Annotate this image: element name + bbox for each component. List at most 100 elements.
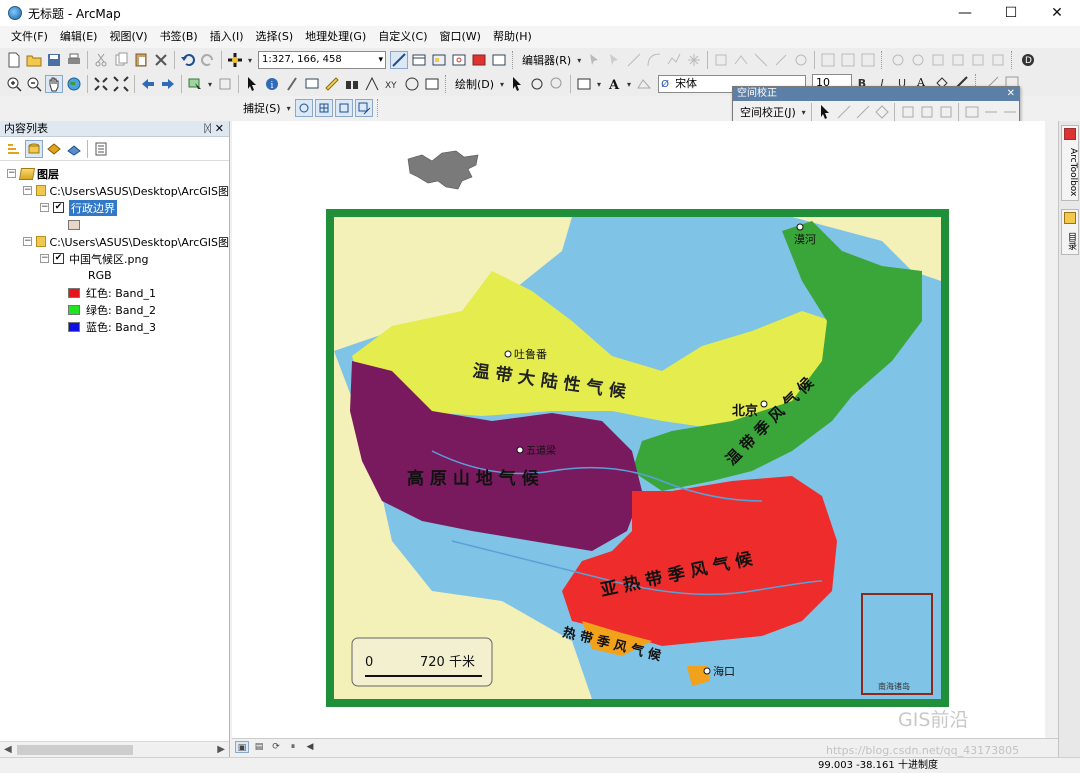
catalog-window-icon[interactable] bbox=[430, 51, 448, 69]
editor-menu[interactable]: 编辑器(R) bbox=[519, 52, 574, 68]
data-view-button-icon[interactable]: ▣ bbox=[235, 740, 249, 753]
tree-layer-symbol[interactable] bbox=[0, 216, 229, 233]
green-band-swatch[interactable] bbox=[68, 304, 80, 315]
zoom-out-icon[interactable] bbox=[25, 75, 43, 93]
select-features-icon[interactable] bbox=[186, 75, 204, 93]
error-inspector-icon[interactable] bbox=[989, 51, 1007, 69]
cut-icon[interactable] bbox=[92, 51, 110, 69]
toolbar-grip[interactable] bbox=[512, 51, 516, 69]
python-window-icon[interactable] bbox=[490, 51, 508, 69]
toolbar-grip[interactable] bbox=[376, 99, 381, 117]
menu-geoprocessing[interactable]: 地理处理(G) bbox=[300, 26, 371, 48]
map-scale-field[interactable]: 1:327, 166, 458 ▾ bbox=[258, 51, 386, 69]
polygon-symbol-swatch[interactable] bbox=[68, 219, 80, 230]
pin-icon[interactable]: ᛞ bbox=[204, 121, 211, 137]
map-vertical-scrollbar[interactable] bbox=[1045, 121, 1058, 738]
chevron-down-icon[interactable]: ▾ bbox=[575, 51, 583, 69]
hyperlink-icon[interactable] bbox=[283, 75, 301, 93]
catalog-dock-tab[interactable]: 目录 bbox=[1061, 209, 1079, 255]
fixed-zoom-out-icon[interactable] bbox=[112, 75, 130, 93]
layer-name[interactable]: 行政边界 bbox=[69, 199, 117, 216]
delete-icon[interactable] bbox=[152, 51, 170, 69]
band-red-row[interactable]: 红色: Band_1 bbox=[0, 284, 229, 301]
list-by-visibility-icon[interactable] bbox=[45, 140, 63, 158]
add-data-icon[interactable] bbox=[226, 51, 244, 69]
menu-help[interactable]: 帮助(H) bbox=[488, 26, 537, 48]
tree-layer-raster[interactable]: − ✔ 中国气候区.png bbox=[0, 250, 229, 267]
multiple-link-icon[interactable] bbox=[873, 103, 890, 121]
new-document-icon[interactable] bbox=[5, 51, 23, 69]
go-to-xy-icon[interactable]: XY bbox=[383, 75, 401, 93]
chevron-down-icon[interactable]: ▾ bbox=[285, 99, 293, 117]
identify-icon[interactable]: i bbox=[263, 75, 281, 93]
pause-drawing-icon[interactable]: ⏸ bbox=[286, 741, 300, 753]
zoom-in-icon[interactable] bbox=[5, 75, 23, 93]
georeferencing-title[interactable]: 空间校正 ✕ bbox=[733, 87, 1019, 101]
copy-icon[interactable] bbox=[112, 51, 130, 69]
chevron-down-icon[interactable]: ▾ bbox=[498, 75, 506, 93]
maximize-button[interactable]: ☐ bbox=[988, 0, 1034, 26]
georeferencing-toolbar[interactable]: 空间校正 ✕ 空间校正(J) ▾ bbox=[732, 86, 1020, 124]
toolbar-grip[interactable] bbox=[881, 51, 885, 69]
tree-root[interactable]: − 图层 bbox=[0, 165, 229, 182]
vertex-snapping-icon[interactable] bbox=[334, 99, 353, 117]
measure-icon[interactable] bbox=[323, 75, 341, 93]
layer-visibility-checkbox[interactable]: ✔ bbox=[53, 253, 64, 264]
map-display[interactable]: 南海诸岛 0 720 千米 温 带 大 陆 性 气 候 温 带 季 风 气 候 … bbox=[232, 121, 1058, 738]
edit-vertices-icon[interactable] bbox=[712, 51, 730, 69]
search-window-icon[interactable] bbox=[450, 51, 468, 69]
trace-icon[interactable] bbox=[665, 51, 683, 69]
rotate-element-icon[interactable] bbox=[528, 75, 546, 93]
edit-annotation-icon[interactable] bbox=[605, 51, 623, 69]
close-icon[interactable]: ✕ bbox=[215, 121, 224, 137]
refresh-icon[interactable]: ⟳ bbox=[269, 741, 283, 753]
minimize-button[interactable]: — bbox=[942, 0, 988, 26]
table-of-contents-icon[interactable] bbox=[410, 51, 428, 69]
list-by-selection-icon[interactable] bbox=[65, 140, 83, 158]
chevron-down-icon[interactable]: ▾ bbox=[595, 75, 603, 93]
layer-name[interactable]: 中国气候区.png bbox=[69, 251, 148, 267]
collapse-icon[interactable]: − bbox=[23, 186, 32, 195]
cut-polygons-icon[interactable] bbox=[752, 51, 770, 69]
text-tool-icon[interactable]: A bbox=[605, 75, 623, 93]
collapse-icon[interactable]: − bbox=[40, 254, 49, 263]
redo-icon[interactable] bbox=[199, 51, 217, 69]
layout-view-button-icon[interactable]: ▤ bbox=[252, 741, 266, 753]
topology-icon[interactable] bbox=[889, 51, 907, 69]
list-by-drawing-order-icon[interactable] bbox=[5, 140, 23, 158]
rotate-icon[interactable] bbox=[792, 51, 810, 69]
find-binoculars-icon[interactable] bbox=[343, 75, 361, 93]
open-folder-icon[interactable] bbox=[25, 51, 43, 69]
back-arrow-icon[interactable] bbox=[139, 75, 157, 93]
collapse-icon[interactable]: − bbox=[7, 169, 16, 178]
scroll-right-icon[interactable]: ▶ bbox=[217, 742, 225, 758]
attribute-transfer-icon[interactable] bbox=[1001, 103, 1018, 121]
clear-selection-icon[interactable] bbox=[216, 75, 234, 93]
snapping-menu[interactable]: 捕捉(S) bbox=[240, 100, 284, 116]
list-by-source-icon[interactable] bbox=[25, 139, 43, 158]
data-driven-pages-icon[interactable]: D bbox=[1019, 51, 1037, 69]
point-snapping-icon[interactable] bbox=[294, 99, 313, 117]
new-displacement-link-icon[interactable] bbox=[835, 103, 852, 121]
edgematch-icon[interactable] bbox=[982, 103, 999, 121]
new-identity-link-icon[interactable] bbox=[899, 103, 916, 121]
validate-topology-icon[interactable] bbox=[969, 51, 987, 69]
paste-icon[interactable] bbox=[132, 51, 150, 69]
full-extent-globe-icon[interactable] bbox=[65, 75, 83, 93]
forward-arrow-icon[interactable] bbox=[159, 75, 177, 93]
chevron-down-icon[interactable]: ▾ bbox=[246, 51, 254, 69]
menu-bookmarks[interactable]: 书签(B) bbox=[155, 26, 203, 48]
pan-hand-icon[interactable] bbox=[45, 75, 63, 93]
band-blue-row[interactable]: 蓝色: Band_3 bbox=[0, 318, 229, 335]
select-elements-draw-icon[interactable] bbox=[508, 75, 526, 93]
point-icon[interactable] bbox=[685, 51, 703, 69]
map-canvas[interactable]: 南海诸岛 0 720 千米 温 带 大 陆 性 气 候 温 带 季 风 气 候 … bbox=[232, 121, 1058, 738]
zoom-to-elements-icon[interactable] bbox=[548, 75, 566, 93]
map-topology-icon[interactable] bbox=[929, 51, 947, 69]
chevron-down-icon[interactable]: ▾ bbox=[378, 52, 383, 68]
chevron-down-icon[interactable]: ▾ bbox=[625, 75, 633, 93]
edit-tool-icon[interactable] bbox=[585, 51, 603, 69]
clear-limited-adjust-area-icon[interactable] bbox=[937, 103, 954, 121]
edit-vertices-draw-icon[interactable] bbox=[635, 75, 653, 93]
toc-horizontal-scrollbar[interactable]: ◀ ▶ bbox=[0, 741, 229, 757]
